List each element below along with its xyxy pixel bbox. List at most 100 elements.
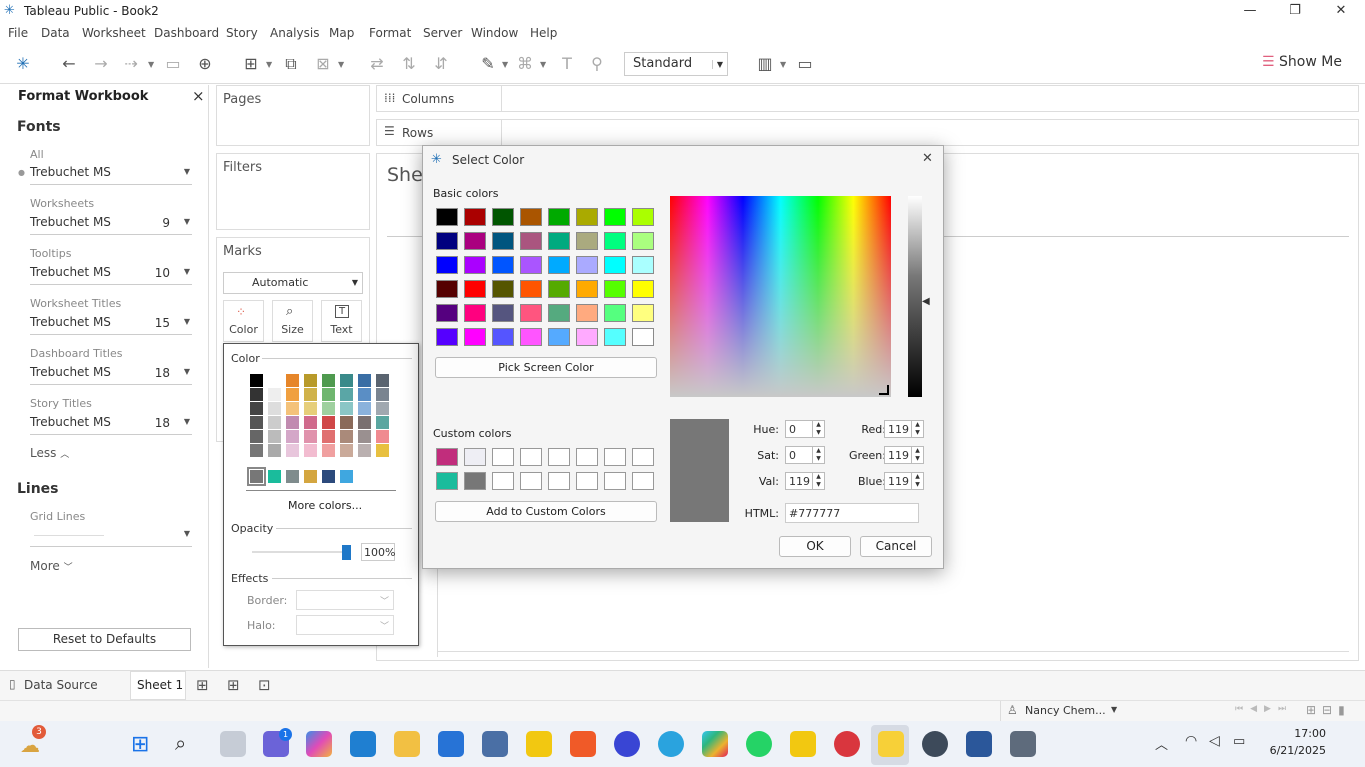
- power-bi-icon[interactable]: [790, 731, 816, 757]
- chevron-down-icon[interactable]: ▼: [1111, 705, 1117, 714]
- palette-swatch[interactable]: [376, 416, 389, 429]
- basic-color-swatch[interactable]: [520, 328, 542, 346]
- palette-swatch[interactable]: [322, 374, 335, 387]
- columns-shelf[interactable]: ⁞⁞⁞ Columns: [376, 85, 1359, 112]
- basic-color-swatch[interactable]: [576, 280, 598, 298]
- basic-color-swatch[interactable]: [492, 304, 514, 322]
- menu-window[interactable]: Window: [471, 26, 518, 40]
- palette-swatch[interactable]: [322, 388, 335, 401]
- custom-color-swatch[interactable]: [576, 448, 598, 466]
- labels-icon[interactable]: T: [556, 54, 578, 74]
- basic-color-swatch[interactable]: [604, 304, 626, 322]
- palette-swatch[interactable]: [304, 430, 317, 443]
- basic-color-swatch[interactable]: [576, 208, 598, 226]
- basic-color-swatch[interactable]: [632, 280, 654, 298]
- new-worksheet-icon[interactable]: ⊞: [196, 676, 209, 694]
- windows-start-icon[interactable]: ⊞: [131, 732, 149, 757]
- value-slider[interactable]: [908, 196, 922, 397]
- filters-shelf[interactable]: Filters: [216, 153, 370, 230]
- opacity-slider-handle[interactable]: [342, 545, 351, 560]
- basic-color-swatch[interactable]: [632, 256, 654, 274]
- palette-swatch[interactable]: [250, 444, 263, 457]
- basic-color-swatch[interactable]: [492, 256, 514, 274]
- palette-swatch[interactable]: [250, 430, 263, 443]
- palette-swatch[interactable]: [268, 470, 281, 483]
- user-menu[interactable]: Nancy Chem...: [1025, 704, 1106, 717]
- custom-color-swatch[interactable]: [604, 472, 626, 490]
- palette-swatch[interactable]: [340, 444, 353, 457]
- text-mark-button[interactable]: T Text: [321, 300, 362, 342]
- basic-color-swatch[interactable]: [604, 256, 626, 274]
- swap-icon[interactable]: ⇄: [366, 54, 388, 74]
- sheet-navigation-icons[interactable]: ⏮◀▶⏭: [1235, 704, 1293, 714]
- basic-color-swatch[interactable]: [548, 256, 570, 274]
- data-source-tab[interactable]: Data Source: [24, 678, 98, 692]
- telegram-icon[interactable]: [658, 731, 684, 757]
- palette-swatch[interactable]: [376, 388, 389, 401]
- replay-icon[interactable]: ⇢: [120, 54, 142, 74]
- new-data-source-icon[interactable]: ⊕: [194, 54, 216, 74]
- file-explorer-icon[interactable]: [394, 731, 420, 757]
- palette-swatch[interactable]: [304, 374, 317, 387]
- blue-spinbox[interactable]: 119 ▲ ▼: [884, 472, 924, 490]
- spin-arrows-icon[interactable]: ▲ ▼: [812, 421, 824, 437]
- close-dialog-icon[interactable]: ✕: [922, 151, 933, 166]
- presentation-icon[interactable]: ▭: [794, 54, 816, 74]
- pin-icon[interactable]: ⚲: [586, 54, 608, 74]
- palette-swatch[interactable]: [304, 402, 317, 415]
- spin-arrows-icon[interactable]: ▲ ▼: [911, 473, 923, 489]
- menu-server[interactable]: Server: [423, 26, 462, 40]
- basic-color-swatch[interactable]: [464, 304, 486, 322]
- palette-swatch[interactable]: [376, 430, 389, 443]
- basic-color-swatch[interactable]: [576, 328, 598, 346]
- basic-color-swatch[interactable]: [604, 232, 626, 250]
- chevron-down-icon[interactable]: ▼: [148, 60, 154, 69]
- palette-swatch[interactable]: [304, 416, 317, 429]
- basic-color-swatch[interactable]: [520, 304, 542, 322]
- basic-color-swatch[interactable]: [492, 328, 514, 346]
- basic-color-swatch[interactable]: [464, 256, 486, 274]
- highlight-icon[interactable]: ✎: [477, 54, 499, 74]
- new-worksheet-icon[interactable]: ⊞: [240, 54, 262, 74]
- basic-color-swatch[interactable]: [520, 280, 542, 298]
- basic-color-swatch[interactable]: [632, 304, 654, 322]
- palette-swatch[interactable]: [340, 402, 353, 415]
- font-select-tooltips[interactable]: Trebuchet MS 10 ▼: [30, 265, 192, 285]
- palette-swatch[interactable]: [358, 374, 371, 387]
- volume-icon[interactable]: ◁: [1209, 733, 1220, 749]
- palette-swatch[interactable]: [268, 374, 281, 387]
- chevron-down-icon[interactable]: ▼: [502, 60, 508, 69]
- undo-icon[interactable]: ←: [58, 54, 80, 74]
- spin-arrows-icon[interactable]: ▲ ▼: [812, 473, 824, 489]
- new-dashboard-icon[interactable]: ⊞: [227, 676, 240, 694]
- basic-color-swatch[interactable]: [576, 304, 598, 322]
- restore-button[interactable]: ❐: [1272, 0, 1318, 22]
- basic-color-swatch[interactable]: [436, 328, 458, 346]
- menu-data[interactable]: Data: [41, 26, 70, 40]
- custom-color-swatch[interactable]: [632, 448, 654, 466]
- ok-button[interactable]: OK: [779, 536, 851, 557]
- palette-swatch[interactable]: [268, 430, 281, 443]
- font-select-worksheets[interactable]: Trebuchet MS 9 ▼: [30, 215, 192, 235]
- opacity-track[interactable]: [252, 551, 348, 553]
- basic-color-swatch[interactable]: [632, 328, 654, 346]
- value-slider-arrow-icon[interactable]: ◀: [922, 296, 930, 307]
- custom-color-swatch[interactable]: [464, 472, 486, 490]
- custom-color-swatch[interactable]: [548, 448, 570, 466]
- basic-color-swatch[interactable]: [604, 280, 626, 298]
- basic-color-swatch[interactable]: [520, 256, 542, 274]
- palette-swatch[interactable]: [286, 470, 299, 483]
- wifi-icon[interactable]: ◠: [1185, 733, 1197, 749]
- val-spinbox[interactable]: 119 ▲ ▼: [785, 472, 825, 490]
- clock-time[interactable]: 17:00: [1276, 727, 1326, 740]
- palette-swatch[interactable]: [304, 444, 317, 457]
- palette-swatch[interactable]: [268, 402, 281, 415]
- chevron-down-icon[interactable]: ▼: [266, 60, 272, 69]
- pages-shelf[interactable]: Pages: [216, 85, 370, 146]
- color-mark-button[interactable]: ⁘ Color: [223, 300, 264, 342]
- palette-swatch[interactable]: [250, 374, 263, 387]
- palette-swatch[interactable]: [247, 467, 266, 486]
- card-icon[interactable]: ▥: [754, 54, 776, 74]
- custom-color-swatch[interactable]: [632, 472, 654, 490]
- whatsapp-icon[interactable]: [746, 731, 772, 757]
